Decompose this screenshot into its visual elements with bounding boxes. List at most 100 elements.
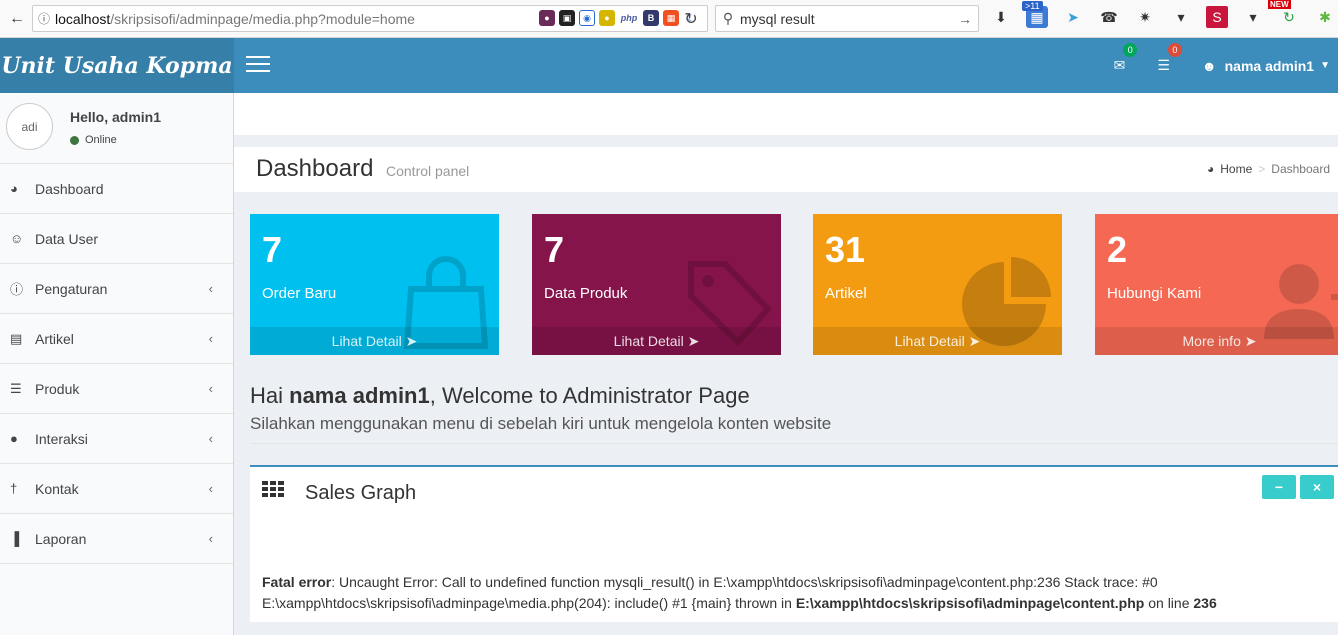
box-footer-link[interactable]: Lihat Detail ➤ [250,327,499,355]
sidebar-item-data-user[interactable]: ☺ Data User [0,214,233,264]
breadcrumb-separator: > [1258,162,1266,176]
app-logo[interactable]: Unit Usaha Kopma [0,38,234,93]
top-strip [234,93,1338,135]
user-icon: ☻ [1201,57,1217,74]
sales-graph-box: Sales Graph − × Fatal error: Uncaught Er… [250,465,1338,622]
box-footer-text: Lihat Detail [613,333,684,349]
arrow-circle-right-icon: ➤ [1244,332,1257,349]
box-label: Artikel [825,285,867,302]
sidebar-item-label: Data User [35,230,99,247]
sidebar-item-kontak[interactable]: † Kontak ‹ [0,464,233,514]
small-box: 7 Order Baru Lihat Detail ➤ [250,214,499,355]
extension-icon[interactable]: ◉ [579,10,595,26]
online-dot-icon [70,135,79,145]
sidebar-item-label: Dashboard [35,180,104,197]
cart-icon: ☰ [10,380,22,396]
small-box: 31 Artikel Lihat Detail ➤ [813,214,1062,355]
welcome-name: nama admin1 [289,383,430,408]
sidebar-item-label: Pengaturan [35,280,108,297]
bug-icon[interactable]: ✷ [1134,6,1156,28]
avatar-alt-text: adi [21,119,38,134]
extension-icon[interactable]: ● [599,10,615,26]
user-name: nama admin1 [1224,57,1315,74]
box-number: 7 [262,229,283,270]
error-line-number: 236 [1193,595,1217,611]
box-number: 7 [544,229,565,270]
url-path: /skripsisofi/adminpage/media.php?module=… [110,10,415,27]
sidebar-item-pengaturan[interactable]: ⓘ Pengaturan ‹ [0,264,233,314]
toolbar-badge: >11 [1022,1,1043,11]
sidebar-item-produk[interactable]: ☰ Produk ‹ [0,364,233,414]
breadcrumb-current: Dashboard [1271,162,1330,176]
online-status: Online [70,134,117,146]
sidebar-item-label: Produk [35,380,80,397]
top-navbar: ✉ 0 ☰ 0 ☻ nama admin1 ▼ [234,38,1338,93]
envelope-icon: ✉ [1113,57,1126,73]
extension-icon[interactable]: ▣ [559,10,575,26]
sidebar-item-interaksi[interactable]: ● Interaksi ‹ [0,414,233,464]
chevron-left-icon: ‹ [208,531,213,546]
notifications-button[interactable]: ☰ 0 [1141,43,1186,74]
breadcrumb-home[interactable]: Home [1220,162,1252,176]
divider [250,443,1338,444]
person-icon: † [10,481,18,496]
page-subtitle: Control panel [386,163,470,179]
info-icon: ⓘ [10,282,24,297]
page-title: Dashboard [256,155,374,182]
browser-toolbar-icons: ⬇ ▦ >11 ➤ ☎ ✷ ▾ S ▾ ↻ NEW ✱ [990,0,1336,28]
user-menu-button[interactable]: ☻ nama admin1 ▼ [1186,58,1338,74]
s-icon[interactable]: S [1206,6,1228,28]
box-footer-link[interactable]: More info ➤ [1095,327,1338,355]
box-footer-link[interactable]: Lihat Detail ➤ [813,327,1062,355]
sidebar-item-laporan[interactable]: ▐ Laporan ‹ [0,514,233,564]
box-footer-text: More info [1182,333,1241,349]
php-icon[interactable]: php [619,10,639,26]
extension-icon[interactable]: B [643,10,659,26]
messages-button[interactable]: ✉ 0 [1098,43,1142,74]
chevron-left-icon: ‹ [208,331,213,346]
extension-badge-icon[interactable]: ▦ >11 [1022,1,1048,28]
dropdown-icon[interactable]: ▾ [1242,6,1264,28]
page-header: Dashboard Control panel ◕ Home > Dashboa… [234,147,1338,192]
whatsapp-icon[interactable]: ☎ [1098,6,1120,28]
messages-count-badge: 0 [1123,43,1138,57]
small-box: 2 Hubungi Kami More info ➤ [1095,214,1338,355]
url-bar[interactable]: ⓘ localhost/skripsisofi/adminpage/media.… [32,5,708,32]
dropdown-icon[interactable]: ▾ [1170,6,1192,28]
sidebar-item-artikel[interactable]: ▤ Artikel ‹ [0,314,233,364]
book-icon: ▤ [10,330,23,346]
breadcrumb: ◕ Home > Dashboard [1207,162,1330,176]
refresh-green-icon[interactable]: ↻ NEW [1268,0,1300,28]
search-bar[interactable]: ⚲ mysql result → [715,5,979,32]
caret-down-icon: ▼ [1320,60,1330,71]
reload-icon[interactable]: ↻ [678,5,704,32]
arrow-circle-right-icon: ➤ [968,332,981,349]
sidebar: adi Hello, admin1 Online ◕ Dashboard ☺ Data… [0,93,234,635]
chevron-left-icon: ‹ [208,431,213,446]
status-text: Online [85,134,117,146]
info-icon[interactable]: ⓘ [33,10,55,27]
download-icon[interactable]: ⬇ [990,6,1012,28]
extension-icon[interactable]: ▦ [663,10,679,26]
close-button[interactable]: × [1300,475,1334,499]
puzzle-icon[interactable]: ✱ [1314,6,1336,28]
th-icon [262,481,284,497]
extension-icon[interactable]: ● [539,10,555,26]
box-footer-link[interactable]: Lihat Detail ➤ [532,327,781,355]
search-go-icon[interactable]: → [958,11,972,27]
welcome-heading: Hai nama admin1, Welcome to Administrato… [250,383,750,409]
box-footer-text: Lihat Detail [331,333,402,349]
arrow-circle-right-icon: ➤ [687,332,700,349]
welcome-subtitle: Silahkan menggunakan menu di sebelah kir… [250,414,832,433]
bar-chart-icon: ▐ [10,531,20,546]
small-box: 7 Data Produk Lihat Detail ➤ [532,214,781,355]
search-icon: ⚲ [722,10,734,26]
php-error-message: Fatal error: Uncaught Error: Call to und… [262,572,1332,614]
sidebar-item-dashboard[interactable]: ◕ Dashboard [0,164,233,214]
telegram-icon[interactable]: ➤ [1062,6,1084,28]
minimize-button[interactable]: − [1262,475,1296,499]
graph-title: Sales Graph [305,482,417,504]
hamburger-menu-icon[interactable] [246,56,270,74]
back-arrow-icon[interactable]: ← [4,6,30,32]
sidebar-item-label: Kontak [35,480,79,497]
